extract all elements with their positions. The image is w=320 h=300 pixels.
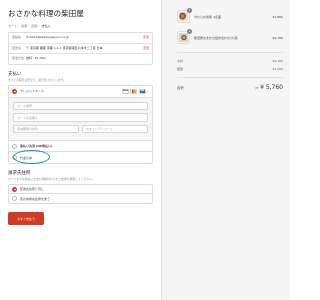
mastercard-icon xyxy=(130,89,138,94)
billing-different-option[interactable]: 別の請求先住所を使う xyxy=(9,194,152,203)
total-amount-group: JPY¥ 5,760 xyxy=(255,84,283,91)
billing-options: 配送先住所と同じ 別の請求先住所を使う xyxy=(8,184,153,205)
product-thumbnail: 1 xyxy=(177,8,192,23)
billing-different-label: 別の請求先住所を使う xyxy=(20,196,51,201)
change-address-link[interactable]: 変更 xyxy=(143,46,149,51)
amex-icon: AM xyxy=(138,89,146,94)
card-name-field[interactable]: カードの名義人 xyxy=(13,113,148,122)
total-label: 合計 xyxy=(177,86,184,90)
divider xyxy=(177,52,283,53)
store-title[interactable]: おさかな料理の柴田屋 xyxy=(8,8,153,19)
cvc-field[interactable]: セキュリティコード xyxy=(82,124,148,134)
line-item: 1 やわらか煮魚 4点盛 ¥1,880 xyxy=(177,8,284,23)
billing-title: 請求先住所 xyxy=(8,171,31,177)
breadcrumb-shipping[interactable]: 配送 xyxy=(31,24,37,28)
checkout-main: おさかな料理の柴田屋 カート› 情報› 配送› 支払い 連絡先 dr.kada@… xyxy=(0,0,161,300)
product-price: ¥2,780 xyxy=(272,35,284,40)
payment-title: 支払い xyxy=(8,71,22,77)
breadcrumb: カート› 情報› 配送› 支払い xyxy=(8,24,153,28)
product-price: ¥1,880 xyxy=(272,14,284,19)
product-name: 柴田屋おまかせ詰め合わせ(冷凍) xyxy=(194,35,239,40)
billing-same-label: 配送先住所と同じ xyxy=(20,187,45,192)
contact-row: 連絡先 dr.kada@kaasuyaeiyou.co.jp 変更 xyxy=(9,33,152,44)
radio-selected-icon[interactable] xyxy=(12,88,17,94)
credit-card-option[interactable]: クレジットカード VISA AM + xyxy=(9,86,152,98)
chevron-right-icon: › xyxy=(18,24,20,28)
ship-to-value: 〒 東京都 都都 東都 1-1-1 東京都港区六本木二丁目 日本 xyxy=(26,45,103,50)
subtotal-row: 小計 ¥4,760 xyxy=(177,59,283,63)
breadcrumb-payment: 支払い xyxy=(41,24,51,28)
radio-icon[interactable] xyxy=(12,143,17,149)
card-logos: VISA AM xyxy=(121,89,146,94)
method-value: 送料 · ¥1,000 xyxy=(26,56,46,61)
product-thumbnail: 1 xyxy=(177,29,192,44)
chevron-right-icon: › xyxy=(38,24,40,28)
contact-value: dr.kada@kaasuyaeiyou.co.jp xyxy=(26,35,69,39)
credit-card-label: クレジットカード xyxy=(20,89,45,94)
line-item: 1 柴田屋おまかせ詰め合わせ(冷凍) ¥2,780 xyxy=(177,29,284,44)
card-field-row: 有効期限(月/年) セキュリティコード xyxy=(13,124,148,137)
payment-methods: クレジットカード VISA AM + カード番号 カードの名義人 有効期限(月/… xyxy=(8,84,153,165)
ship-to-row: 配送先 〒 東京都 都都 東都 1-1-1 東京都港区六本木二丁目 日本 変更 xyxy=(9,44,152,55)
breadcrumb-info[interactable]: 情報 xyxy=(21,24,27,28)
divider xyxy=(177,77,283,78)
shipping-row: 配送 ¥1,000 xyxy=(177,67,283,71)
order-summary: 1 やわらか煮魚 4点盛 ¥1,880 1 柴田屋おまかせ詰め合わせ(冷凍) ¥… xyxy=(161,0,290,300)
chevron-right-icon: › xyxy=(28,24,30,28)
more-cards-label: + xyxy=(146,89,149,93)
payment-subtitle: すべての取引は安全で、暗号化されています。 xyxy=(8,77,66,82)
method-label: 配送方法 xyxy=(12,56,25,61)
visa-icon: VISA xyxy=(121,89,129,94)
expiry-field[interactable]: 有効期限(月/年) xyxy=(13,124,79,134)
cod-option[interactable]: 代金引換 xyxy=(9,150,152,165)
radio-icon[interactable] xyxy=(12,196,17,202)
ship-to-label: 配送先 xyxy=(12,45,22,50)
product-image xyxy=(179,33,188,42)
np-postpay-label: 後払い決済 (NP後払い) xyxy=(20,144,53,149)
quantity-badge: 1 xyxy=(187,8,192,13)
pay-now-button[interactable]: 今すぐ支払う xyxy=(8,212,44,226)
billing-same-option[interactable]: 配送先住所と同じ xyxy=(9,185,152,195)
shipping-value: ¥1,000 xyxy=(272,67,284,71)
radio-selected-icon[interactable] xyxy=(12,186,17,192)
breadcrumb-cart[interactable]: カート xyxy=(8,24,17,28)
review-box: 連絡先 dr.kada@kaasuyaeiyou.co.jp 変更 配送先 〒 … xyxy=(8,32,153,65)
method-row: 配送方法 送料 · ¥1,000 xyxy=(9,54,152,64)
shipping-label: 配送 xyxy=(177,67,184,71)
card-number-field[interactable]: カード番号 xyxy=(13,101,148,111)
subtotal-value: ¥4,760 xyxy=(272,59,284,63)
card-form: カード番号 カードの名義人 有効期限(月/年) セキュリティコード xyxy=(9,97,152,142)
total-value: ¥ 5,760 xyxy=(260,84,283,91)
contact-label: 連絡先 xyxy=(12,35,22,39)
billing-subtitle: カードまたは支払い方法に関連付けられた住所を選択してください。 xyxy=(8,177,95,182)
subtotal-label: 小計 xyxy=(177,59,184,63)
product-name: やわらか煮魚 4点盛 xyxy=(194,14,221,19)
product-image xyxy=(179,12,188,21)
currency-code: JPY xyxy=(254,86,260,90)
total-row: 合計 JPY¥ 5,760 xyxy=(177,84,283,91)
quantity-badge: 1 xyxy=(187,29,192,34)
change-contact-link[interactable]: 変更 xyxy=(143,35,149,40)
highlight-circle xyxy=(13,150,50,165)
